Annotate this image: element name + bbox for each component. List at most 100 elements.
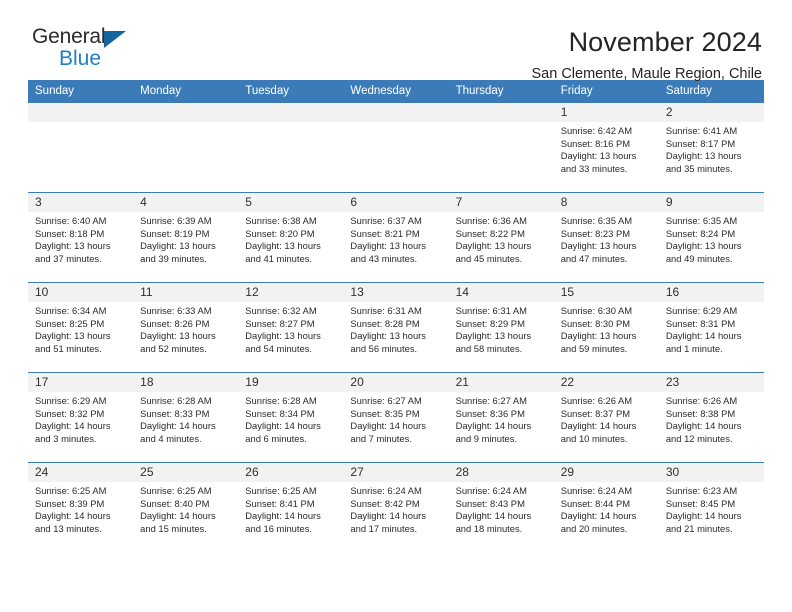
day-number: 1 xyxy=(553,103,659,122)
weekday-header-monday: Monday xyxy=(133,80,239,103)
calendar-week-row: 3 Sunrise: 6:40 AM Sunset: 8:18 PM Daylight… xyxy=(28,192,764,283)
calendar-day-cell[interactable]: 1 Sunrise: 6:42 AM Sunset: 8:16 PM Daylight… xyxy=(553,102,659,193)
calendar-day-cell[interactable]: 26 Sunrise: 6:25 AM Sunset: 8:41 PM Dayligh… xyxy=(238,462,344,553)
calendar-day-cell[interactable]: 19 Sunrise: 6:28 AM Sunset: 8:34 PM Dayligh… xyxy=(238,372,344,463)
calendar-day-cell[interactable]: 12 Sunrise: 6:32 AM Sunset: 8:27 PM Dayligh… xyxy=(238,282,344,373)
calendar-day-cell-empty[interactable] xyxy=(448,102,554,193)
calendar-day-cell-empty[interactable] xyxy=(343,102,449,193)
day-number xyxy=(28,103,134,122)
day-cell-content: 10 Sunrise: 6:34 AM Sunset: 8:25 PM Dayligh… xyxy=(28,283,134,372)
day-cell-content xyxy=(448,103,554,192)
sunset-text: Sunset: 8:33 PM xyxy=(140,407,210,419)
sunset-text: Sunset: 8:19 PM xyxy=(140,227,210,239)
day-cell-content: 24 Sunrise: 6:25 AM Sunset: 8:39 PM Dayligh… xyxy=(28,463,134,552)
sunset-text: Sunset: 8:41 PM xyxy=(245,497,315,509)
day-cell-content: 18 Sunrise: 6:28 AM Sunset: 8:33 PM Dayligh… xyxy=(133,373,239,462)
day-number: 17 xyxy=(28,373,134,392)
calendar-week-row: 1 Sunrise: 6:42 AM Sunset: 8:16 PM Daylight… xyxy=(28,102,764,193)
calendar-day-cell[interactable]: 8 Sunrise: 6:35 AM Sunset: 8:23 PM Daylight… xyxy=(553,192,659,283)
calendar-day-cell[interactable]: 22 Sunrise: 6:26 AM Sunset: 8:37 PM Dayligh… xyxy=(553,372,659,463)
day-cell-content: 8 Sunrise: 6:35 AM Sunset: 8:23 PM Daylight… xyxy=(553,193,659,282)
calendar-day-cell[interactable]: 23 Sunrise: 6:26 AM Sunset: 8:38 PM Dayligh… xyxy=(658,372,764,463)
daylight-text: Daylight: 14 hours and 18 minutes. xyxy=(455,510,532,534)
calendar-day-cell[interactable]: 14 Sunrise: 6:31 AM Sunset: 8:29 PM Dayligh… xyxy=(448,282,554,373)
calendar-day-cell-empty[interactable] xyxy=(28,102,134,193)
calendar-day-cell[interactable]: 21 Sunrise: 6:27 AM Sunset: 8:36 PM Dayligh… xyxy=(448,372,554,463)
day-number: 30 xyxy=(658,463,764,482)
calendar-day-cell[interactable]: 20 Sunrise: 6:27 AM Sunset: 8:35 PM Dayligh… xyxy=(343,372,449,463)
sunrise-text: Sunrise: 6:27 AM xyxy=(455,395,527,406)
daylight-text: Daylight: 14 hours and 21 minutes. xyxy=(665,510,742,534)
sunrise-text: Sunrise: 6:25 AM xyxy=(140,485,212,496)
day-cell-content: 9 Sunrise: 6:35 AM Sunset: 8:24 PM Daylight… xyxy=(658,193,764,282)
daylight-text: Daylight: 14 hours and 1 minute. xyxy=(665,330,742,354)
day-details: Sunrise: 6:34 AM Sunset: 8:25 PM Daylight:… xyxy=(28,302,133,355)
calendar-day-cell[interactable]: 27 Sunrise: 6:24 AM Sunset: 8:42 PM Dayligh… xyxy=(343,462,449,553)
page-title: November 2024 xyxy=(568,27,762,57)
sunrise-text: Sunrise: 6:42 AM xyxy=(560,125,633,136)
sunrise-text: Sunrise: 6:24 AM xyxy=(455,485,527,496)
daylight-text: Daylight: 14 hours and 15 minutes. xyxy=(140,510,216,534)
daylight-text: Daylight: 14 hours and 3 minutes. xyxy=(35,420,111,444)
day-details: Sunrise: 6:25 AM Sunset: 8:40 PM Daylight:… xyxy=(133,482,238,535)
daylight-text: Daylight: 13 hours and 47 minutes. xyxy=(560,240,637,264)
calendar-day-cell[interactable]: 11 Sunrise: 6:33 AM Sunset: 8:26 PM Dayligh… xyxy=(133,282,239,373)
calendar-day-cell[interactable]: 6 Sunrise: 6:37 AM Sunset: 8:21 PM Daylight… xyxy=(343,192,449,283)
day-number: 22 xyxy=(553,373,659,392)
sunset-text: Sunset: 8:39 PM xyxy=(35,497,105,509)
day-number: 11 xyxy=(133,283,239,302)
weekday-header-wednesday: Wednesday xyxy=(343,80,449,103)
day-number: 8 xyxy=(553,193,659,212)
calendar-day-cell[interactable]: 16 Sunrise: 6:29 AM Sunset: 8:31 PM Dayligh… xyxy=(658,282,764,373)
day-number: 28 xyxy=(448,463,554,482)
daylight-text: Daylight: 14 hours and 4 minutes. xyxy=(140,420,216,444)
calendar-day-cell[interactable]: 4 Sunrise: 6:39 AM Sunset: 8:19 PM Daylight… xyxy=(133,192,239,283)
day-number: 7 xyxy=(448,193,554,212)
day-number: 4 xyxy=(133,193,239,212)
day-cell-content: 2 Sunrise: 6:41 AM Sunset: 8:17 PM Daylight… xyxy=(658,103,764,192)
calendar-day-cell[interactable]: 3 Sunrise: 6:40 AM Sunset: 8:18 PM Daylight… xyxy=(28,192,134,283)
calendar-day-cell-empty[interactable] xyxy=(133,102,239,193)
day-details: Sunrise: 6:26 AM Sunset: 8:37 PM Daylight:… xyxy=(554,392,659,445)
calendar-day-cell[interactable]: 10 Sunrise: 6:34 AM Sunset: 8:25 PM Dayligh… xyxy=(28,282,134,373)
day-cell-content: 25 Sunrise: 6:25 AM Sunset: 8:40 PM Dayligh… xyxy=(133,463,239,552)
calendar-day-cell[interactable]: 7 Sunrise: 6:36 AM Sunset: 8:22 PM Daylight… xyxy=(448,192,554,283)
calendar-day-cell[interactable]: 17 Sunrise: 6:29 AM Sunset: 8:32 PM Dayligh… xyxy=(28,372,134,463)
sunset-text: Sunset: 8:23 PM xyxy=(560,227,631,239)
day-number: 20 xyxy=(343,373,449,392)
daylight-text: Daylight: 13 hours and 45 minutes. xyxy=(455,240,532,264)
calendar-day-cell[interactable]: 24 Sunrise: 6:25 AM Sunset: 8:39 PM Dayligh… xyxy=(28,462,134,553)
calendar-week-row: 24 Sunrise: 6:25 AM Sunset: 8:39 PM Dayligh… xyxy=(28,462,764,553)
page-header: General Blue November 2024 San Clemente,… xyxy=(28,0,764,83)
calendar-day-cell[interactable]: 25 Sunrise: 6:25 AM Sunset: 8:40 PM Dayligh… xyxy=(133,462,239,553)
day-details: Sunrise: 6:36 AM Sunset: 8:22 PM Daylight:… xyxy=(449,212,554,265)
sunrise-text: Sunrise: 6:30 AM xyxy=(560,305,633,316)
day-details: Sunrise: 6:25 AM Sunset: 8:39 PM Daylight:… xyxy=(28,482,133,535)
day-cell-content xyxy=(28,103,134,192)
calendar-day-cell[interactable]: 29 Sunrise: 6:24 AM Sunset: 8:44 PM Dayligh… xyxy=(553,462,659,553)
calendar-day-cell[interactable]: 2 Sunrise: 6:41 AM Sunset: 8:17 PM Daylight… xyxy=(658,102,764,193)
daylight-text: Daylight: 14 hours and 6 minutes. xyxy=(245,420,321,444)
sunrise-text: Sunrise: 6:23 AM xyxy=(665,485,738,496)
day-number xyxy=(238,103,344,122)
calendar-day-cell[interactable]: 15 Sunrise: 6:30 AM Sunset: 8:30 PM Dayligh… xyxy=(553,282,659,373)
general-blue-logo[interactable]: General Blue xyxy=(28,26,152,70)
calendar-day-cell[interactable]: 5 Sunrise: 6:38 AM Sunset: 8:20 PM Daylight… xyxy=(238,192,344,283)
calendar-day-cell[interactable]: 18 Sunrise: 6:28 AM Sunset: 8:33 PM Dayligh… xyxy=(133,372,239,463)
sunrise-text: Sunrise: 6:34 AM xyxy=(35,305,107,316)
day-number: 26 xyxy=(238,463,344,482)
day-cell-content: 15 Sunrise: 6:30 AM Sunset: 8:30 PM Dayligh… xyxy=(553,283,659,372)
calendar-day-cell-empty[interactable] xyxy=(238,102,344,193)
daylight-text: Daylight: 13 hours and 54 minutes. xyxy=(245,330,321,354)
sunset-text: Sunset: 8:38 PM xyxy=(665,407,736,419)
day-number xyxy=(448,103,554,122)
sunset-text: Sunset: 8:27 PM xyxy=(245,317,315,329)
calendar-day-cell[interactable]: 30 Sunrise: 6:23 AM Sunset: 8:45 PM Dayligh… xyxy=(658,462,764,553)
day-cell-content: 30 Sunrise: 6:23 AM Sunset: 8:45 PM Dayligh… xyxy=(658,463,764,552)
day-number: 10 xyxy=(28,283,134,302)
day-details: Sunrise: 6:39 AM Sunset: 8:19 PM Daylight:… xyxy=(133,212,238,265)
calendar-day-cell[interactable]: 13 Sunrise: 6:31 AM Sunset: 8:28 PM Dayligh… xyxy=(343,282,449,373)
sunset-text: Sunset: 8:42 PM xyxy=(350,497,420,509)
calendar-day-cell[interactable]: 28 Sunrise: 6:24 AM Sunset: 8:43 PM Dayligh… xyxy=(448,462,554,553)
calendar-day-cell[interactable]: 9 Sunrise: 6:35 AM Sunset: 8:24 PM Daylight… xyxy=(658,192,764,283)
